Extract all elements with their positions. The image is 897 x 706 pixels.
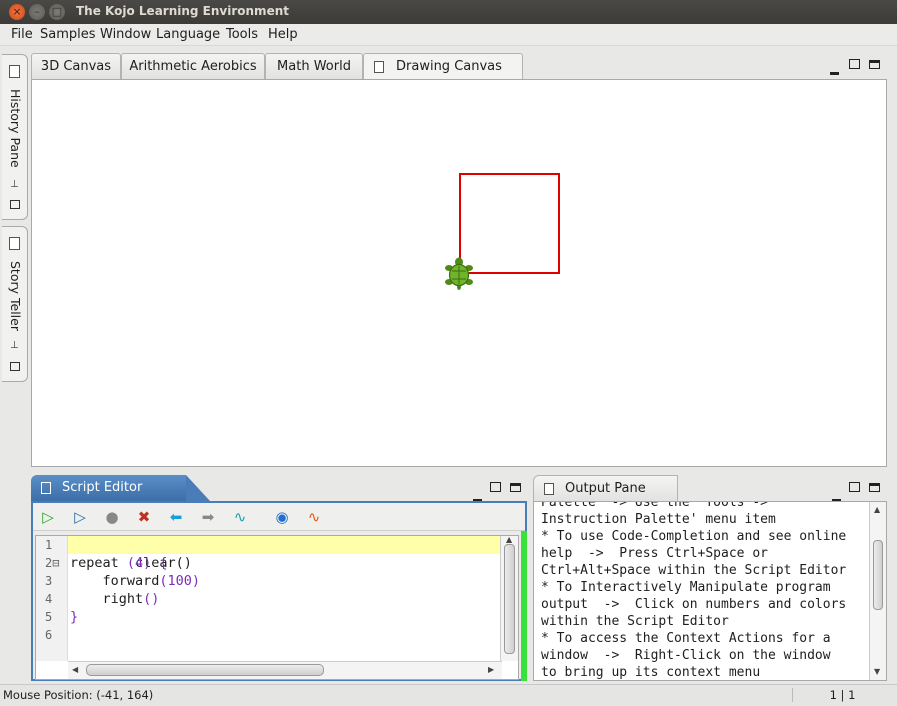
horizontal-scrollbar[interactable]: ◀ ▶ — [68, 661, 502, 679]
caret-position: 1 | 1 — [792, 688, 892, 702]
status-bar: Mouse Position: (-41, 164) 1 | 1 — [0, 684, 897, 706]
code-line: clear() — [68, 536, 502, 571]
line-number: 1 — [45, 538, 53, 552]
scroll-thumb[interactable] — [873, 540, 883, 610]
menu-language[interactable]: Language — [156, 27, 220, 42]
mouse-position-readout: Mouse Position: (-41, 164) — [3, 688, 154, 702]
code-line: } — [68, 608, 502, 626]
scroll-up-icon[interactable]: ▲ — [874, 505, 880, 514]
maximize-icon[interactable] — [869, 482, 880, 495]
restore-icon[interactable] — [10, 200, 20, 209]
document-icon — [9, 237, 20, 250]
scroll-left-icon[interactable]: ◀ — [72, 665, 78, 674]
code-token: (4) — [126, 555, 152, 571]
undock-icon[interactable] — [849, 482, 860, 495]
script-toolbar: ▷ ▷ ● ✖ ⬅ ➡ ∿ ◉ ∿ — [33, 503, 525, 531]
tab-output-pane[interactable]: Output Pane — [533, 475, 678, 501]
code-line: right() — [68, 590, 502, 608]
tab-3d-canvas[interactable]: 3D Canvas — [31, 53, 121, 79]
scala-icon[interactable]: ∿ — [305, 508, 323, 526]
status-indicator-bar — [521, 531, 527, 681]
menu-file[interactable]: File — [11, 27, 33, 42]
minimize-window-button[interactable]: – — [29, 4, 45, 20]
undock-icon[interactable] — [849, 59, 860, 72]
scroll-thumb[interactable] — [504, 544, 515, 654]
document-icon — [9, 65, 20, 78]
code-line: repeat (4) { — [68, 554, 502, 572]
output-text: Palette' -> Use the 'Tools -> Instructio… — [541, 501, 847, 680]
drawing-canvas[interactable] — [31, 79, 887, 467]
side-tab-history-pane[interactable]: History Pane ⊥ — [2, 54, 28, 220]
side-tab-label: Story Teller — [8, 261, 23, 331]
scroll-down-icon[interactable]: ▼ — [874, 667, 880, 676]
code-token: } — [70, 609, 79, 625]
code-token: (100) — [159, 573, 201, 589]
menu-help[interactable]: Help — [268, 27, 298, 42]
document-icon — [374, 61, 384, 73]
line-number-gutter: 1 2⊟ 3 4 5 6 — [36, 536, 68, 661]
code-area[interactable]: clear() repeat (4) { forward(100) right(… — [68, 536, 502, 644]
line-number: 3 — [45, 574, 53, 588]
menu-tools[interactable]: Tools — [226, 27, 258, 42]
vertical-scrollbar[interactable]: ▲ ▼ — [869, 502, 886, 680]
code-editor[interactable]: 1 2⊟ 3 4 5 6 clear() repeat (4) { forwar… — [35, 535, 519, 680]
title-bar: × – □ The Kojo Learning Environment — [0, 0, 897, 24]
tab-label: Script Editor — [62, 480, 143, 495]
close-window-button[interactable]: × — [9, 4, 25, 20]
code-token: () — [143, 591, 160, 607]
side-tab-story-teller[interactable]: Story Teller ⊥ — [2, 226, 28, 382]
document-icon — [544, 483, 554, 495]
line-number: 6 — [45, 628, 53, 642]
forward-icon[interactable]: ➡ — [199, 508, 217, 526]
scroll-thumb[interactable] — [86, 664, 324, 676]
output-pane-panel[interactable]: Palette' -> Use the 'Tools -> Instructio… — [533, 501, 887, 681]
format-icon[interactable]: ∿ — [231, 508, 249, 526]
code-token: forward — [70, 573, 160, 589]
menu-window[interactable]: Window — [100, 27, 151, 42]
run-icon[interactable]: ▷ — [39, 508, 57, 526]
line-number[interactable]: 2⊟ — [36, 554, 67, 572]
code-token: repeat — [70, 555, 127, 571]
pin-icon[interactable]: ⊥ — [10, 179, 19, 190]
tab-drawing-canvas[interactable]: Drawing Canvas — [363, 53, 523, 79]
maximize-icon[interactable] — [510, 482, 521, 495]
stop-icon[interactable]: ● — [103, 508, 121, 526]
tab-arithmetic-aerobics[interactable]: Arithmetic Aerobics — [121, 53, 265, 79]
back-icon[interactable]: ⬅ — [167, 508, 185, 526]
code-token: right — [70, 591, 144, 607]
tab-script-editor[interactable]: Script Editor — [31, 475, 210, 501]
help-icon[interactable]: ◉ — [273, 508, 291, 526]
script-editor-panel: ▷ ▷ ● ✖ ⬅ ➡ ∿ ◉ ∿ 1 2⊟ 3 4 5 6 clear() r… — [31, 501, 527, 681]
scroll-right-icon[interactable]: ▶ — [488, 665, 494, 674]
maximize-icon[interactable] — [869, 59, 880, 72]
canvas-tab-strip: 3D Canvas Arithmetic Aerobics Math World… — [31, 53, 887, 79]
minimize-icon[interactable] — [830, 62, 839, 75]
turtle-icon — [445, 257, 473, 290]
menu-samples[interactable]: Samples — [40, 27, 96, 42]
restore-icon[interactable] — [10, 362, 20, 371]
document-icon — [41, 482, 51, 494]
line-number: 5 — [45, 610, 53, 624]
menu-bar: File Samples Window Language Tools Help — [0, 24, 897, 46]
window-title: The Kojo Learning Environment — [76, 4, 289, 18]
code-token: { — [151, 555, 168, 571]
undock-icon[interactable] — [490, 482, 501, 495]
vertical-scrollbar[interactable]: ▲ — [500, 535, 518, 661]
maximize-window-button[interactable]: □ — [49, 4, 65, 20]
code-line: forward(100) — [68, 572, 502, 590]
tab-label: Drawing Canvas — [396, 59, 502, 74]
scroll-up-icon[interactable]: ▲ — [506, 535, 512, 544]
clear-icon[interactable]: ✖ — [135, 508, 153, 526]
side-tab-label: History Pane — [8, 89, 23, 168]
line-number: 4 — [45, 592, 53, 606]
tab-label: Output Pane — [565, 481, 646, 496]
tab-math-world[interactable]: Math World — [265, 53, 363, 79]
drawn-square — [459, 173, 560, 274]
pin-icon[interactable]: ⊥ — [10, 340, 19, 351]
run-worksheet-icon[interactable]: ▷ — [71, 508, 89, 526]
